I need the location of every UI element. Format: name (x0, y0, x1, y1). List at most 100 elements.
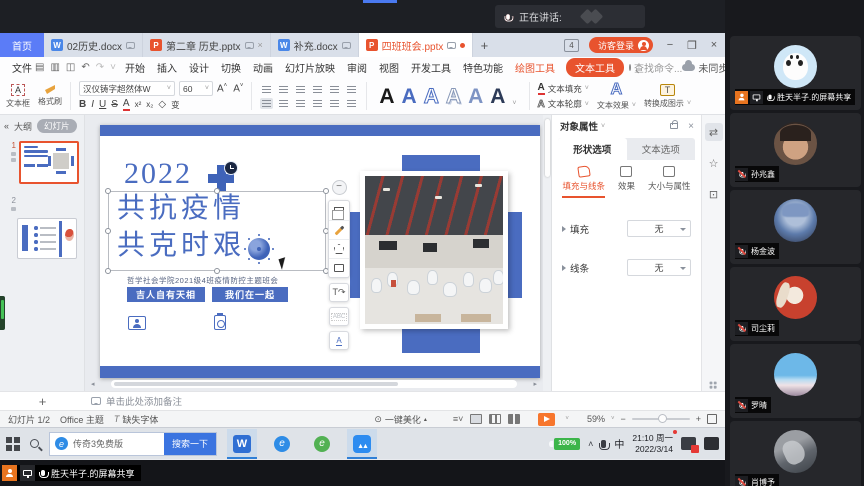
portrait-icon[interactable] (128, 316, 146, 330)
slide-button-1[interactable]: 吉人自有天相 (127, 287, 205, 302)
participant-card[interactable]: 司尘莉 (730, 267, 861, 341)
text-outline-button[interactable]: A文本轮廓˅ (538, 98, 589, 110)
expand-arrow-icon[interactable] (562, 265, 566, 271)
tray-app-icon[interactable] (681, 437, 696, 450)
wordart-more-icon[interactable]: ˅ (512, 100, 516, 107)
sync-status[interactable]: 未同步 (682, 60, 728, 75)
slide-subtitle[interactable]: 哲学社会学院2021级4班疫情防控主题班会 (127, 275, 278, 286)
tab-count-badge[interactable]: 4 (564, 39, 579, 52)
search-go-button[interactable]: 搜索一下 (164, 432, 216, 456)
bullet-list-icon[interactable] (260, 84, 273, 95)
zoom-level[interactable]: 59% (587, 414, 605, 424)
notes-view-icon[interactable]: ≡˅ (453, 414, 464, 424)
scrollbar-thumb[interactable] (545, 119, 550, 177)
close-button[interactable]: × (703, 33, 725, 57)
clipboard-icon[interactable] (214, 315, 226, 330)
panel-close-icon[interactable]: × (688, 121, 694, 132)
pinyin-guide-button[interactable]: A (329, 331, 349, 350)
doc-tab-1[interactable]: W 02历史.docx (44, 33, 143, 57)
taskbar-browser-360[interactable]: e (267, 429, 297, 459)
tab-start[interactable]: 开始 (125, 60, 145, 75)
missing-font-warning[interactable]: T 缺失字体 (114, 413, 159, 426)
fill-select[interactable]: 无 (627, 220, 691, 237)
line-spacing-icon[interactable] (345, 98, 358, 109)
font-name-select[interactable]: 汉仪铸字超然体W˅ (79, 81, 175, 96)
print-icon[interactable]: ▥ (50, 62, 59, 73)
tab-draw-tools[interactable]: 绘图工具 (515, 60, 555, 75)
font-color-button[interactable]: A (123, 98, 130, 111)
toolbar-caret-icon[interactable]: ˅ (110, 62, 116, 73)
tab-review[interactable]: 审阅 (347, 60, 367, 75)
slide-top-band[interactable] (100, 125, 540, 136)
resize-handle[interactable] (105, 268, 111, 274)
notes-placeholder[interactable]: 单击此处添加备注 (106, 394, 182, 408)
apps-grid-icon[interactable] (710, 382, 713, 385)
scrollbar-thumb[interactable] (114, 382, 398, 386)
edit-tool-button[interactable] (329, 220, 349, 239)
decrease-font-button[interactable]: A˅ (233, 83, 243, 94)
favorites-rail-button[interactable]: ☆ (705, 154, 723, 172)
layer-tool-button[interactable] (329, 201, 349, 220)
slide-thumbnail-2[interactable] (17, 218, 77, 259)
ppe-photo[interactable] (360, 171, 508, 329)
participant-card[interactable]: 肖博予 (730, 421, 861, 486)
slide-button-2[interactable]: 我们在一起 (212, 287, 288, 302)
text-options-tab[interactable]: 文本选项 (627, 138, 696, 160)
expand-arrow-icon[interactable] (562, 226, 566, 232)
size-subtab[interactable]: 大小与属性 (648, 166, 691, 198)
wordart-style[interactable]: A (446, 86, 461, 107)
sorter-view-icon[interactable] (489, 414, 501, 424)
slide-1-editing[interactable]: 2022 共抗疫情 共克时艰 哲学社会学院2021 (100, 125, 540, 378)
virus-icon[interactable] (248, 238, 270, 260)
tab-transition[interactable]: 切换 (221, 60, 241, 75)
resize-handle[interactable] (214, 188, 220, 194)
tray-mic-icon[interactable] (601, 440, 606, 448)
slide-thumbnail-1-selected[interactable] (19, 141, 79, 184)
collapse-panel-icon[interactable]: « (4, 121, 9, 131)
resize-handle[interactable] (105, 188, 111, 194)
taskbar-search-box[interactable]: e 传奇3免费版 搜索一下 (49, 432, 217, 456)
effects-subtab[interactable]: 效果 (618, 166, 635, 198)
format-painter-button[interactable]: 格式刷 (38, 85, 62, 107)
wordart-style[interactable]: A (402, 86, 417, 107)
tab-insert[interactable]: 插入 (157, 60, 177, 75)
strike-button[interactable]: S (111, 99, 118, 110)
new-tab-button[interactable]: + (473, 33, 495, 57)
tab-slideshow[interactable]: 幻灯片放映 (285, 60, 335, 75)
clock-icon[interactable] (224, 161, 238, 175)
align-left-icon[interactable] (260, 98, 273, 109)
photo-collage[interactable] (350, 155, 522, 353)
indent-icon[interactable] (311, 84, 324, 95)
outline-tab[interactable]: 大纲 (14, 120, 32, 133)
fullscreen-icon[interactable] (707, 414, 717, 424)
ime-indicator[interactable]: 中 (614, 436, 624, 451)
wordart-style[interactable]: A (468, 86, 483, 107)
horizontal-scrollbar[interactable] (111, 380, 517, 388)
align-center-icon[interactable] (277, 98, 290, 109)
justify-icon[interactable] (311, 98, 324, 109)
slides-tab-active[interactable]: 幻灯片 (37, 119, 77, 133)
play-options-caret[interactable]: ˅ (565, 416, 569, 422)
scroll-left-icon[interactable]: ◂ (91, 380, 95, 388)
text-effect-button[interactable]: 变 (171, 99, 180, 111)
doc-tab-4-active[interactable]: P 四班班会.pptx (359, 33, 474, 57)
collapse-toolbar-button[interactable]: − (332, 180, 347, 195)
guest-login-button[interactable]: 访客登录 (589, 37, 653, 53)
doc-tab-2[interactable]: P 第二章 历史.pptx × (143, 33, 271, 57)
reading-view-icon[interactable] (508, 414, 520, 424)
tab-design[interactable]: 设计 (189, 60, 209, 75)
wordart-style[interactable]: A (490, 86, 505, 107)
tab-text-tools-active[interactable]: 文本工具 (566, 58, 624, 77)
taskbar-clock[interactable]: 21:10 周一 2022/3/14 (632, 433, 673, 454)
participant-card[interactable]: 胜天半子.的屏幕共享 (730, 36, 861, 110)
taskbar-meeting-app[interactable]: ▲▲ (347, 429, 377, 459)
clear-format-button[interactable]: ◇ (158, 99, 166, 110)
wordart-style[interactable]: A (379, 86, 394, 107)
slide-bottom-band[interactable] (100, 366, 540, 378)
undo-icon[interactable]: ↶ (81, 62, 89, 73)
theme-name[interactable]: Office 主题 (60, 413, 104, 426)
action-center-icon[interactable] (704, 437, 719, 450)
slide-canvas[interactable]: 2022 共抗疫情 共克时艰 哲学社会学院2021 (85, 115, 543, 391)
align-right-icon[interactable] (294, 98, 307, 109)
properties-caret-icon[interactable]: ˅ (601, 123, 605, 130)
